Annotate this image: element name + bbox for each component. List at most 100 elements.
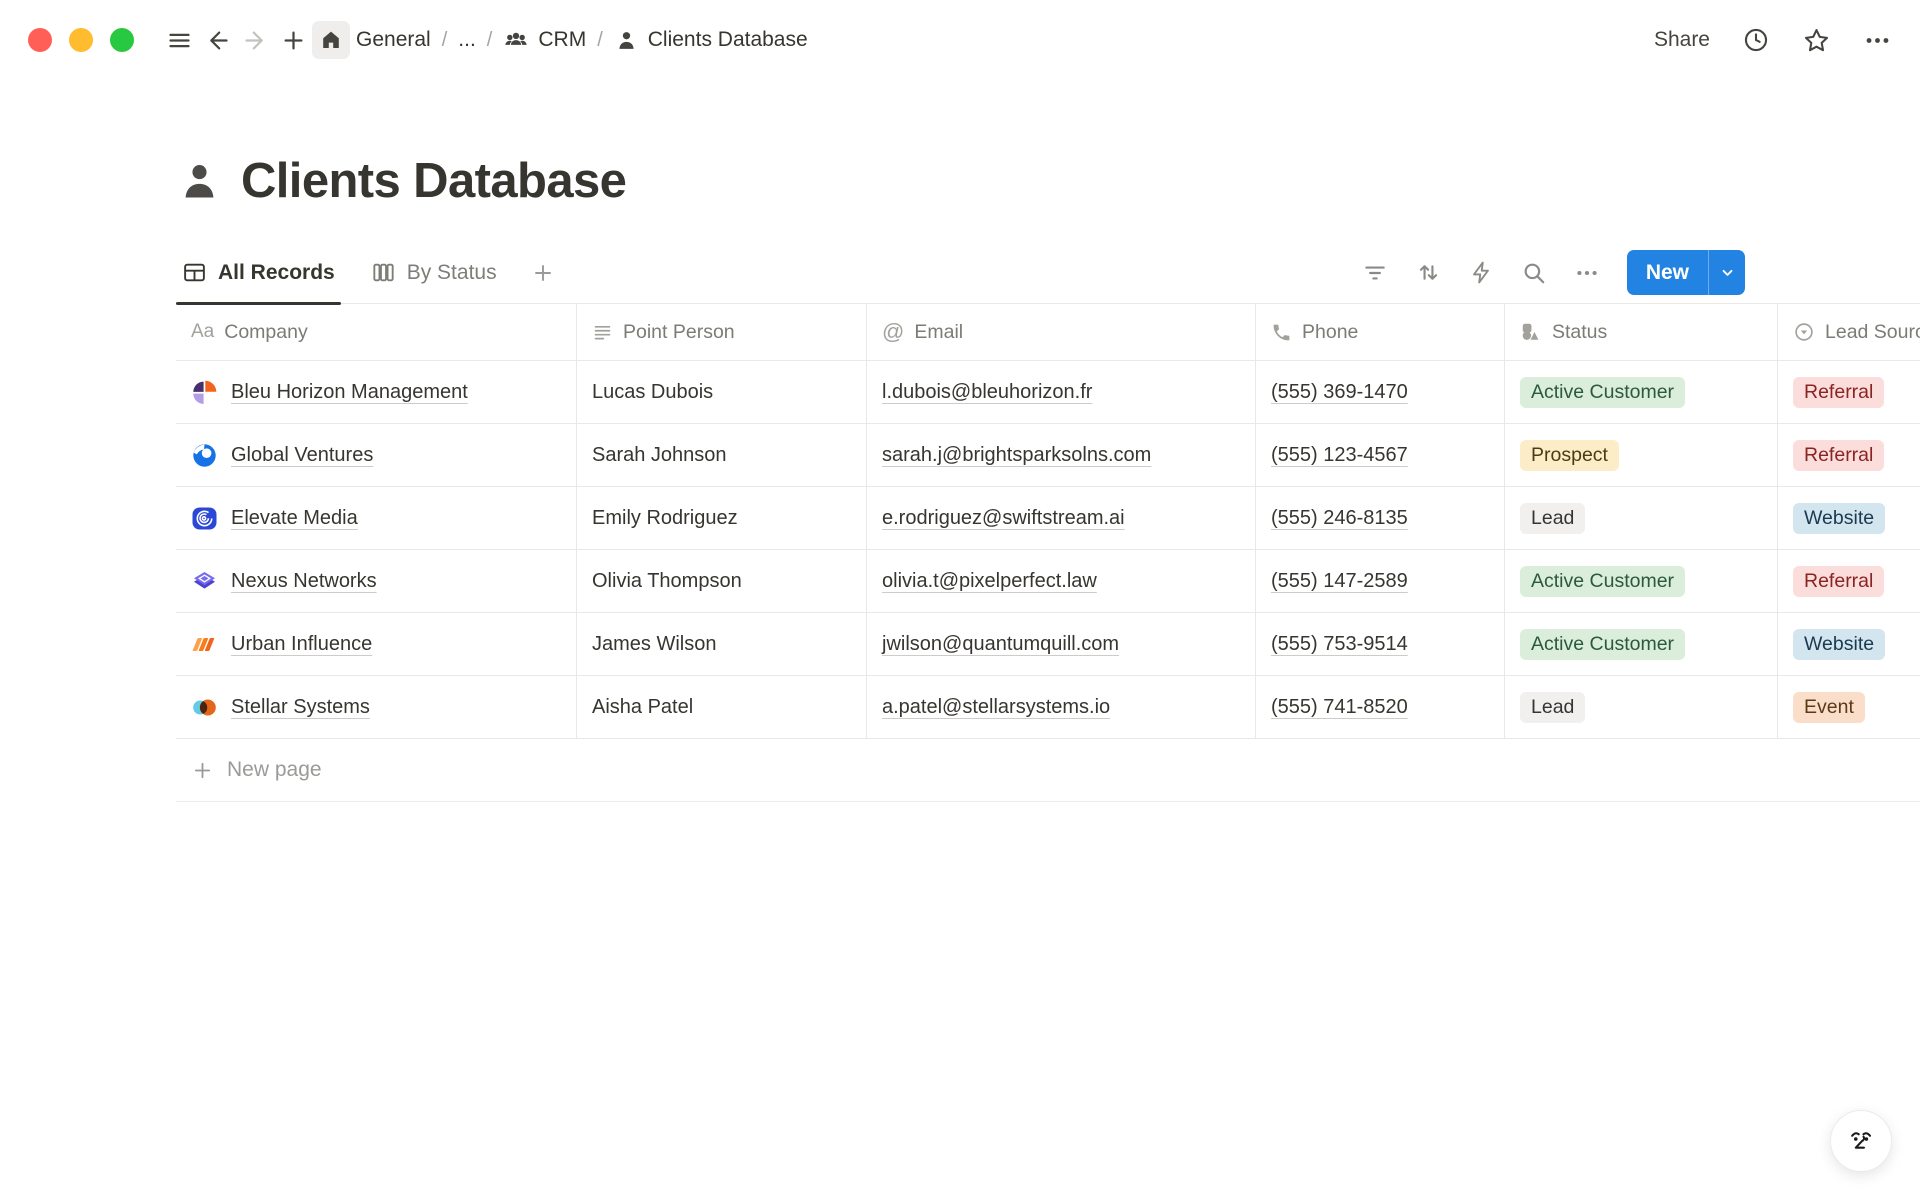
automation-button[interactable] [1469, 260, 1494, 285]
email-link[interactable]: a.patel@stellarsystems.io [882, 696, 1110, 719]
status-cell[interactable]: Active Customer [1505, 361, 1778, 424]
new-page-row[interactable]: New page [176, 739, 1920, 802]
status-cell[interactable]: Prospect [1505, 424, 1778, 487]
new-record-dropdown-button[interactable] [1708, 250, 1745, 295]
column-header-status[interactable]: Status [1505, 304, 1778, 361]
phone-link[interactable]: (555) 369-1470 [1271, 381, 1408, 404]
company-name[interactable]: Global Ventures [231, 444, 373, 467]
lead-source-cell[interactable]: Referral [1778, 361, 1920, 424]
email-link[interactable]: sarah.j@brightsparksolns.com [882, 444, 1151, 467]
table-row[interactable]: Urban Influence James Wilson jwilson@qua… [176, 613, 1920, 676]
plus-icon [531, 261, 555, 285]
table-row[interactable]: Bleu Horizon Management Lucas Dubois l.d… [176, 361, 1920, 424]
home-button[interactable] [312, 21, 350, 59]
breadcrumb-crm[interactable]: CRM [503, 27, 586, 53]
phone-link[interactable]: (555) 123-4567 [1271, 444, 1408, 467]
column-header-point-person[interactable]: Point Person [577, 304, 867, 361]
back-button[interactable] [198, 21, 236, 59]
company-cell[interactable]: Global Ventures [176, 424, 577, 487]
lead-source-cell[interactable]: Website [1778, 487, 1920, 550]
window-titlebar: General / ... / CRM / Clients Database S… [0, 0, 1920, 80]
status-cell[interactable]: Lead [1505, 487, 1778, 550]
search-button[interactable] [1521, 260, 1547, 286]
email-cell[interactable]: sarah.j@brightsparksolns.com [867, 424, 1256, 487]
zoom-window-button[interactable] [110, 28, 134, 52]
share-button[interactable]: Share [1654, 28, 1710, 52]
close-window-button[interactable] [28, 28, 52, 52]
more-options-button[interactable] [1863, 26, 1892, 55]
phone-link[interactable]: (555) 147-2589 [1271, 570, 1408, 593]
phone-cell[interactable]: (555) 123-4567 [1256, 424, 1505, 487]
column-header-phone[interactable]: Phone [1256, 304, 1505, 361]
column-header-email[interactable]: @ Email [867, 304, 1256, 361]
tab-all-records[interactable]: All Records [176, 242, 341, 303]
add-view-button[interactable] [527, 261, 559, 285]
sort-button[interactable] [1415, 259, 1442, 286]
email-link[interactable]: olivia.t@pixelperfect.law [882, 570, 1097, 593]
breadcrumb-general[interactable]: General [356, 28, 431, 52]
table-row[interactable]: Nexus Networks Olivia Thompson olivia.t@… [176, 550, 1920, 613]
point-person-cell[interactable]: Olivia Thompson [577, 550, 867, 613]
phone-link[interactable]: (555) 753-9514 [1271, 633, 1408, 656]
page-person-icon[interactable] [176, 158, 223, 205]
lead-source-cell[interactable]: Website [1778, 613, 1920, 676]
table-row[interactable]: Global Ventures Sarah Johnson sarah.j@br… [176, 424, 1920, 487]
point-person-cell[interactable]: Lucas Dubois [577, 361, 867, 424]
window-controls [28, 28, 134, 52]
company-name[interactable]: Elevate Media [231, 507, 358, 530]
company-name[interactable]: Stellar Systems [231, 696, 370, 719]
breadcrumb-clients-database[interactable]: Clients Database [614, 28, 808, 53]
help-face-button[interactable] [1830, 1110, 1892, 1172]
minimize-window-button[interactable] [69, 28, 93, 52]
status-cell[interactable]: Active Customer [1505, 550, 1778, 613]
phone-link[interactable]: (555) 741-8520 [1271, 696, 1408, 719]
point-person-cell[interactable]: Emily Rodriguez [577, 487, 867, 550]
company-name[interactable]: Urban Influence [231, 633, 372, 656]
email-link[interactable]: jwilson@quantumquill.com [882, 633, 1119, 656]
status-cell[interactable]: Active Customer [1505, 613, 1778, 676]
column-header-lead-source[interactable]: Lead Source [1778, 304, 1920, 361]
company-cell[interactable]: Nexus Networks [176, 550, 577, 613]
column-header-company[interactable]: Aa Company [176, 304, 577, 361]
email-cell[interactable]: jwilson@quantumquill.com [867, 613, 1256, 676]
lead-source-cell[interactable]: Referral [1778, 550, 1920, 613]
view-more-button[interactable] [1574, 260, 1600, 286]
table-row[interactable]: Stellar Systems Aisha Patel a.patel@stel… [176, 676, 1920, 739]
new-tab-button[interactable] [274, 21, 312, 59]
page-title[interactable]: Clients Database [241, 153, 626, 209]
email-cell[interactable]: a.patel@stellarsystems.io [867, 676, 1256, 739]
company-name[interactable]: Bleu Horizon Management [231, 381, 468, 404]
company-cell[interactable]: Elevate Media [176, 487, 577, 550]
company-cell[interactable]: Bleu Horizon Management [176, 361, 577, 424]
forward-button[interactable] [236, 21, 274, 59]
phone-cell[interactable]: (555) 753-9514 [1256, 613, 1505, 676]
point-person-cell[interactable]: Sarah Johnson [577, 424, 867, 487]
table-row[interactable]: Elevate Media Emily Rodriguez e.rodrigue… [176, 487, 1920, 550]
phone-cell[interactable]: (555) 741-8520 [1256, 676, 1505, 739]
company-name[interactable]: Nexus Networks [231, 570, 377, 593]
point-person-cell[interactable]: James Wilson [577, 613, 867, 676]
filter-button[interactable] [1362, 260, 1388, 286]
company-cell[interactable]: Urban Influence [176, 613, 577, 676]
phone-cell[interactable]: (555) 246-8135 [1256, 487, 1505, 550]
new-record-button[interactable]: New [1627, 261, 1708, 285]
lead-source-cell[interactable]: Event [1778, 676, 1920, 739]
lead-source-cell[interactable]: Referral [1778, 424, 1920, 487]
point-person-cell[interactable]: Aisha Patel [577, 676, 867, 739]
status-cell[interactable]: Lead [1505, 676, 1778, 739]
email-link[interactable]: l.dubois@bleuhorizon.fr [882, 381, 1092, 404]
tab-by-status[interactable]: By Status [365, 242, 503, 303]
history-clock-button[interactable] [1742, 26, 1770, 54]
email-cell[interactable]: l.dubois@bleuhorizon.fr [867, 361, 1256, 424]
breadcrumb-ellipsis[interactable]: ... [458, 28, 476, 52]
point-person: Lucas Dubois [592, 381, 713, 404]
favorite-button[interactable] [1802, 26, 1831, 55]
email-cell[interactable]: olivia.t@pixelperfect.law [867, 550, 1256, 613]
company-cell[interactable]: Stellar Systems [176, 676, 577, 739]
email-cell[interactable]: e.rodriguez@swiftstream.ai [867, 487, 1256, 550]
sidebar-menu-button[interactable] [160, 21, 198, 59]
email-link[interactable]: e.rodriguez@swiftstream.ai [882, 507, 1125, 530]
phone-cell[interactable]: (555) 147-2589 [1256, 550, 1505, 613]
phone-cell[interactable]: (555) 369-1470 [1256, 361, 1505, 424]
phone-link[interactable]: (555) 246-8135 [1271, 507, 1408, 530]
